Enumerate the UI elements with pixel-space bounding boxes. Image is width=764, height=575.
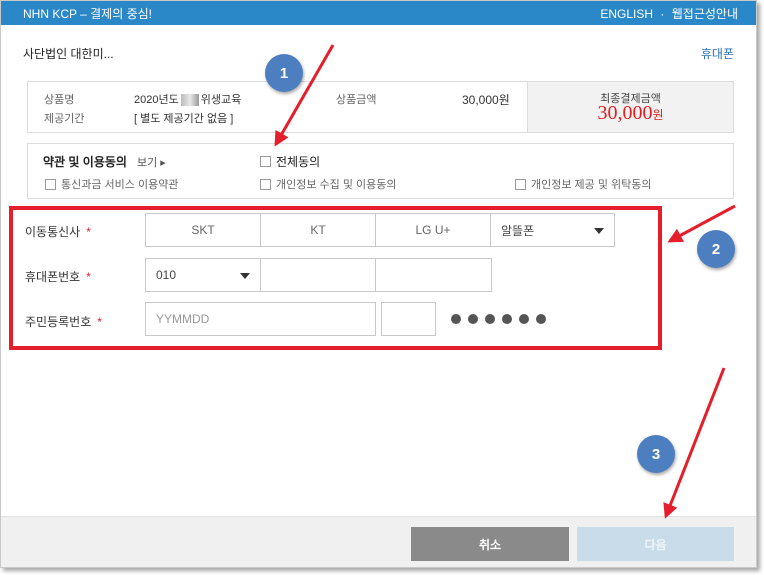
carrier-skt-button[interactable]: SKT — [145, 213, 261, 247]
agree-all-label: 전체동의 — [276, 155, 321, 169]
checkbox-icon — [45, 178, 56, 190]
ssn-digit-input[interactable] — [381, 302, 436, 336]
carrier-lgu-button[interactable]: LG U+ — [375, 213, 491, 247]
period-label: 제공기간 — [44, 113, 85, 125]
merchant-name: 사단법인 대한미... — [23, 47, 114, 61]
step-badge-1: 1 — [265, 54, 303, 92]
chevron-down-icon — [240, 273, 250, 279]
total-box: 최종결제금액 30,000원 — [527, 82, 733, 132]
title-links: ENGLISH · 웹접근성안내 — [596, 5, 738, 22]
agree-all-checkbox[interactable]: 전체동의 — [260, 153, 320, 170]
required-mark: * — [97, 315, 102, 329]
total-amount: 30,000원 — [528, 102, 733, 125]
ssn-birthdate-input[interactable]: YYMMDD — [145, 302, 376, 336]
terms-item-label: 통신과금 서비스 이용약관 — [61, 179, 179, 191]
terms-item-billing[interactable]: 통신과금 서비스 이용약관 — [45, 176, 178, 192]
step-badge-3: 3 — [637, 435, 675, 473]
checkbox-icon — [515, 178, 526, 190]
separator: · — [660, 7, 665, 21]
terms-section: 약관 및 이용동의 보기 ▸ 전체동의 통신과금 서비스 이용약관 개인정보 수… — [27, 143, 734, 199]
cancel-button[interactable]: 취소 — [411, 527, 569, 561]
carrier-label: 이동통신사 * — [25, 223, 91, 240]
mask-dot — [536, 314, 546, 324]
title-bar: NHN KCP – 결제의 중심! ENGLISH · 웹접근성안내 — [1, 1, 756, 25]
product-value-prefix: 2020년도 — [134, 94, 179, 106]
product-value-suffix: 위생교육 — [200, 94, 242, 106]
price-value: 30,000원 — [462, 93, 510, 107]
order-summary: 상품명 2020년도 위생교육 제공기간 [ 별도 제공기간 없음 ] 상품금액 … — [27, 81, 734, 133]
phone-label: 휴대폰번호 * — [25, 268, 91, 285]
blurred-text — [180, 94, 199, 107]
mask-dot — [502, 314, 512, 324]
ssn-label-text: 주민등록번호 — [25, 315, 92, 329]
window-title: NHN KCP – 결제의 중심! — [23, 7, 152, 21]
terms-view-link[interactable]: 보기 ▸ — [137, 154, 166, 170]
phone-prefix-value: 010 — [156, 268, 177, 282]
product-label: 상품명 — [44, 94, 75, 106]
carrier-label-text: 이동통신사 — [25, 225, 81, 239]
terms-item-privacy-collect[interactable]: 개인정보 수집 및 이용동의 — [260, 176, 397, 192]
carrier-kt-button[interactable]: KT — [260, 213, 376, 247]
phone-last-input[interactable] — [375, 258, 492, 292]
checkbox-icon — [260, 178, 271, 190]
english-link[interactable]: ENGLISH — [600, 7, 653, 21]
phone-label-text: 휴대폰번호 — [25, 270, 81, 284]
total-value: 30,000 — [597, 102, 653, 124]
product-value: 2020년도 위생교육 — [134, 91, 241, 107]
total-unit: 원 — [652, 108, 664, 122]
terms-item-privacy-provide[interactable]: 개인정보 제공 및 위탁동의 — [515, 176, 652, 192]
payment-method-link[interactable]: 휴대폰 — [701, 45, 734, 62]
terms-heading: 약관 및 이용동의 — [43, 155, 127, 169]
ssn-label: 주민등록번호 * — [25, 313, 102, 330]
required-mark: * — [86, 225, 91, 239]
terms-item-label: 개인정보 수집 및 이용동의 — [276, 179, 397, 191]
step-badge-2: 2 — [697, 230, 735, 268]
payment-window: NHN KCP – 결제의 중심! ENGLISH · 웹접근성안내 사단법인 … — [0, 0, 757, 568]
phone-middle-input[interactable] — [260, 258, 376, 292]
mvno-select-value: 알뜰폰 — [501, 223, 535, 238]
mask-dot — [519, 314, 529, 324]
mask-dot — [468, 314, 478, 324]
required-mark: * — [86, 270, 91, 284]
mask-dot — [485, 314, 495, 324]
masked-digits — [451, 314, 546, 324]
chevron-down-icon — [594, 228, 604, 234]
accessibility-link[interactable]: 웹접근성안내 — [672, 7, 738, 21]
terms-item-label: 개인정보 제공 및 위탁동의 — [531, 179, 652, 191]
phone-prefix-select[interactable]: 010 — [145, 258, 261, 292]
checkbox-icon — [260, 156, 271, 167]
next-button[interactable]: 다음 — [577, 527, 734, 561]
mask-dot — [451, 314, 461, 324]
footer-bar: 취소 다음 — [1, 516, 756, 567]
mvno-select[interactable]: 알뜰폰 — [490, 213, 615, 247]
period-value: [ 별도 제공기간 없음 ] — [134, 113, 234, 125]
price-label: 상품금액 — [336, 94, 377, 106]
